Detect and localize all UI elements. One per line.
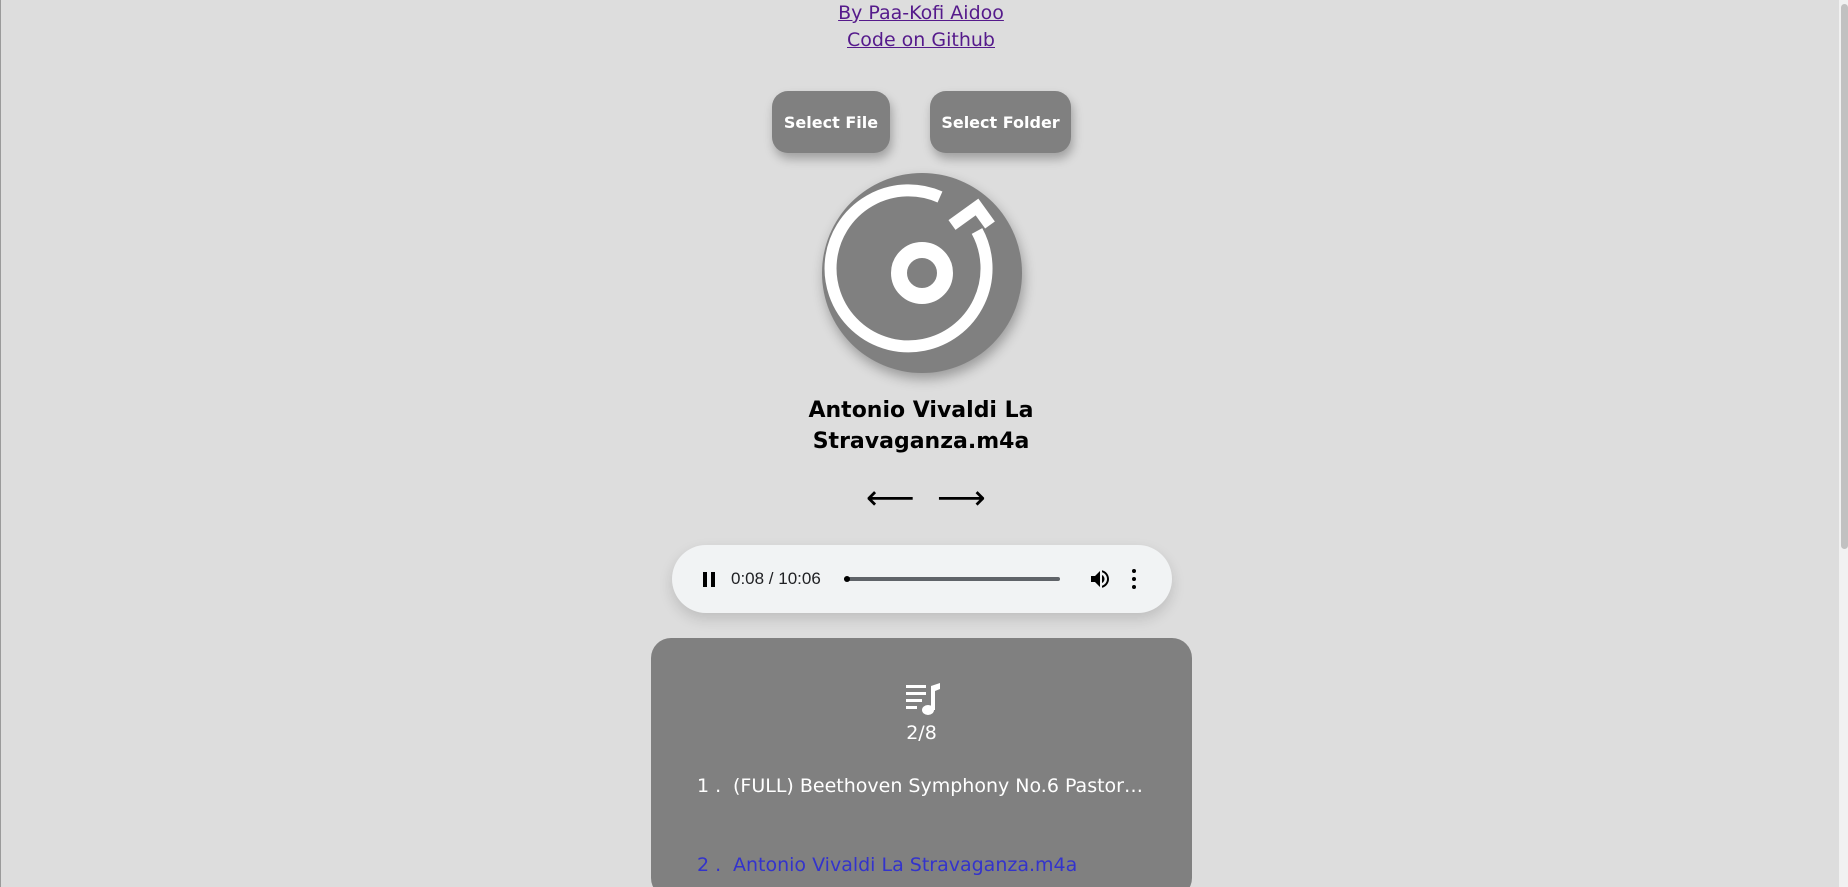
page-scrollbar[interactable] xyxy=(1839,0,1848,887)
playlist-item[interactable]: 1 . (FULL) Beethoven Symphony No.6 Pastor… xyxy=(697,773,1167,799)
track-title: Antonio Vivaldi La Stravaganza.m4a xyxy=(808,398,1034,454)
playlist-count: 2/8 xyxy=(906,722,937,744)
audio-player: 0:08 / 10:06 xyxy=(672,545,1172,613)
next-track-button[interactable]: ⟶ xyxy=(937,478,986,518)
playlist-item-name: Antonio Vivaldi La Stravaganza.m4a xyxy=(733,854,1078,876)
vinyl-disc-icon xyxy=(824,184,995,353)
time-display: 0:08 / 10:06 xyxy=(731,569,821,588)
author-link[interactable]: By Paa-Kofi Aidoo xyxy=(1,0,1841,27)
github-link[interactable]: Code on Github xyxy=(1,27,1841,54)
album-art xyxy=(822,173,1022,373)
seek-bar[interactable] xyxy=(844,576,1060,582)
more-options-icon[interactable] xyxy=(1124,565,1144,593)
playlist-item-number: 1 . xyxy=(697,775,722,797)
select-folder-button[interactable]: Select Folder xyxy=(930,91,1071,153)
playlist-item-active[interactable]: 2 . Antonio Vivaldi La Stravaganza.m4a xyxy=(697,852,1167,878)
playlist-item-number: 2 . xyxy=(697,854,722,876)
volume-icon[interactable] xyxy=(1087,567,1113,591)
select-file-button[interactable]: Select File xyxy=(772,91,890,153)
playlist-music-icon xyxy=(906,683,940,715)
previous-track-button[interactable]: ⟵ xyxy=(866,478,915,518)
credits: By Paa-Kofi Aidoo Code on Github xyxy=(1,0,1841,54)
playlist-item-name: (FULL) Beethoven Symphony No.6 Pastorale… xyxy=(733,775,1143,797)
pause-icon xyxy=(703,572,707,587)
pause-button[interactable] xyxy=(697,567,721,591)
playlist-panel: 2/8 1 . (FULL) Beethoven Symphony No.6 Pa… xyxy=(651,638,1192,887)
scrollbar-thumb[interactable] xyxy=(1841,4,1848,549)
seek-bar-fill xyxy=(844,576,850,582)
